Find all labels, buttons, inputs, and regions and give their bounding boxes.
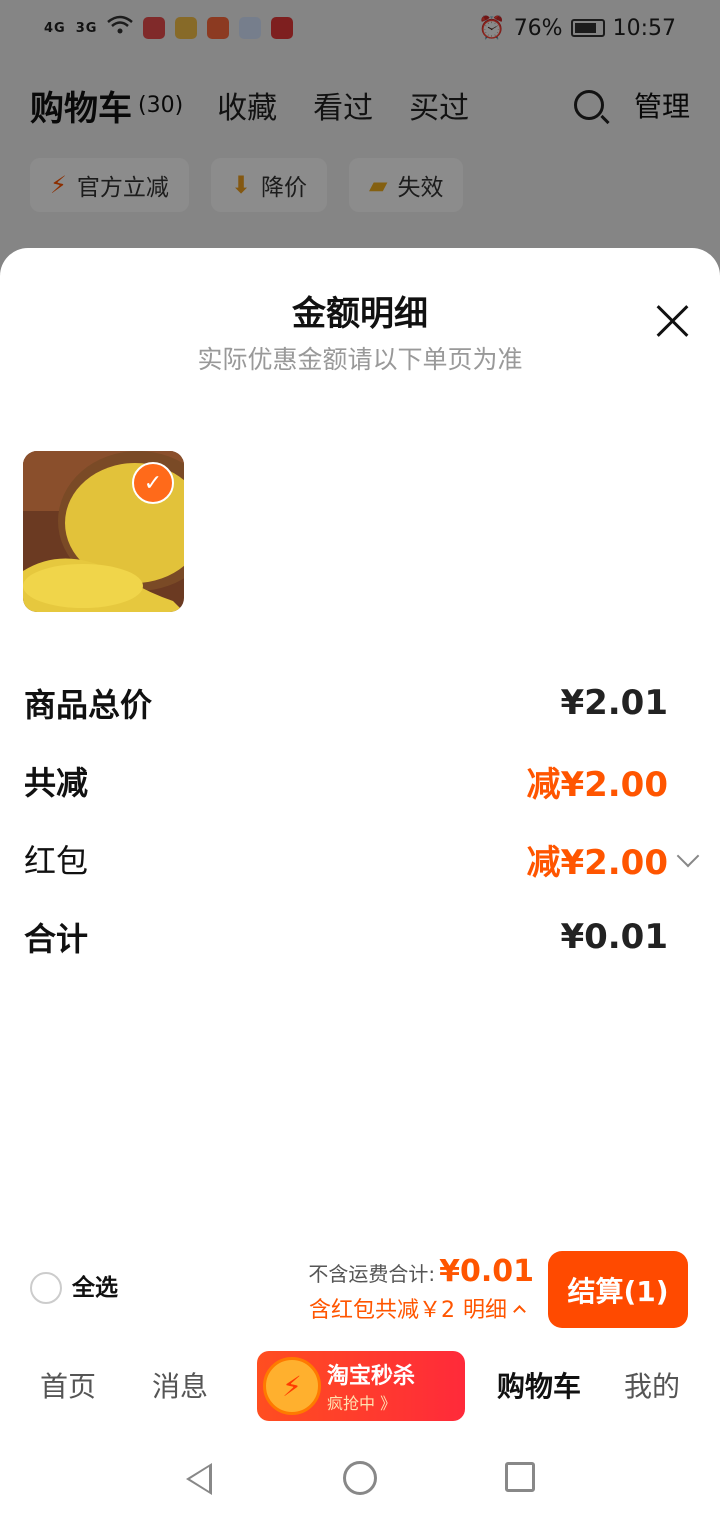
row-amount: 减¥2.00 bbox=[526, 764, 668, 805]
row-red-packet[interactable]: 红包 减¥2.00 bbox=[24, 834, 668, 884]
home-icon[interactable] bbox=[343, 1461, 377, 1495]
bottom-tab-bar: 首页 消息 ⚡ 淘宝秒杀 疯抢中 》 购物车 我的 bbox=[0, 1343, 720, 1435]
chevron-up-icon bbox=[513, 1304, 526, 1318]
flash-sale-subtitle: 疯抢中 》 bbox=[327, 1394, 397, 1413]
amount-detail-sheet: 金额明细 实际优惠金额请以下单页为准 ✓ 商品总价 ¥2.01 共减 减¥2.0… bbox=[0, 248, 720, 1520]
system-nav-bar bbox=[0, 1443, 720, 1520]
tab-home[interactable]: 首页 bbox=[40, 1365, 96, 1405]
row-label: 商品总价 bbox=[24, 686, 153, 724]
tab-cart[interactable]: 购物车 bbox=[497, 1365, 581, 1405]
sheet-subtitle: 实际优惠金额请以下单页为准 bbox=[197, 345, 523, 374]
row-goods-total: 商品总价 ¥2.01 bbox=[24, 678, 668, 728]
flash-sale-title: 淘宝秒杀 bbox=[327, 1364, 416, 1389]
select-all-radio[interactable] bbox=[30, 1272, 62, 1304]
alarm-clock-icon: ⚡ bbox=[263, 1357, 321, 1415]
discount-text: 含红包共减￥2 bbox=[308, 1298, 455, 1323]
checkout-button[interactable]: 结算(1) bbox=[548, 1251, 688, 1328]
total-value: ¥0.01 bbox=[439, 1254, 534, 1289]
select-all-label[interactable]: 全选 bbox=[72, 1272, 118, 1304]
close-icon[interactable] bbox=[656, 304, 690, 338]
selected-check-icon[interactable]: ✓ bbox=[132, 462, 174, 504]
tab-mine[interactable]: 我的 bbox=[624, 1365, 680, 1405]
row-sum: 合计 ¥0.01 bbox=[24, 912, 668, 962]
row-label: 共减 bbox=[24, 764, 89, 802]
row-label: 合计 bbox=[24, 920, 89, 958]
detail-label: 明细 bbox=[462, 1298, 507, 1323]
total-label: 不含运费合计: bbox=[308, 1262, 436, 1286]
tab-messages[interactable]: 消息 bbox=[152, 1365, 208, 1405]
recent-apps-icon[interactable] bbox=[505, 1462, 535, 1492]
row-amount: 减¥2.00 bbox=[526, 842, 668, 883]
total-line: 不含运费合计: ¥0.01 bbox=[308, 1254, 534, 1289]
row-label: 红包 bbox=[24, 842, 89, 880]
tab-flash-sale[interactable]: ⚡ 淘宝秒杀 疯抢中 》 bbox=[257, 1351, 465, 1421]
row-amount: ¥0.01 bbox=[560, 917, 668, 957]
discount-detail-toggle[interactable]: 含红包共减￥2 明细 bbox=[308, 1292, 526, 1324]
sheet-title: 金额明细 bbox=[292, 294, 428, 334]
chevron-down-icon[interactable] bbox=[676, 844, 700, 868]
row-total-discount: 共减 减¥2.00 bbox=[24, 756, 668, 806]
row-amount: ¥2.01 bbox=[560, 683, 668, 723]
back-icon[interactable] bbox=[186, 1463, 212, 1495]
